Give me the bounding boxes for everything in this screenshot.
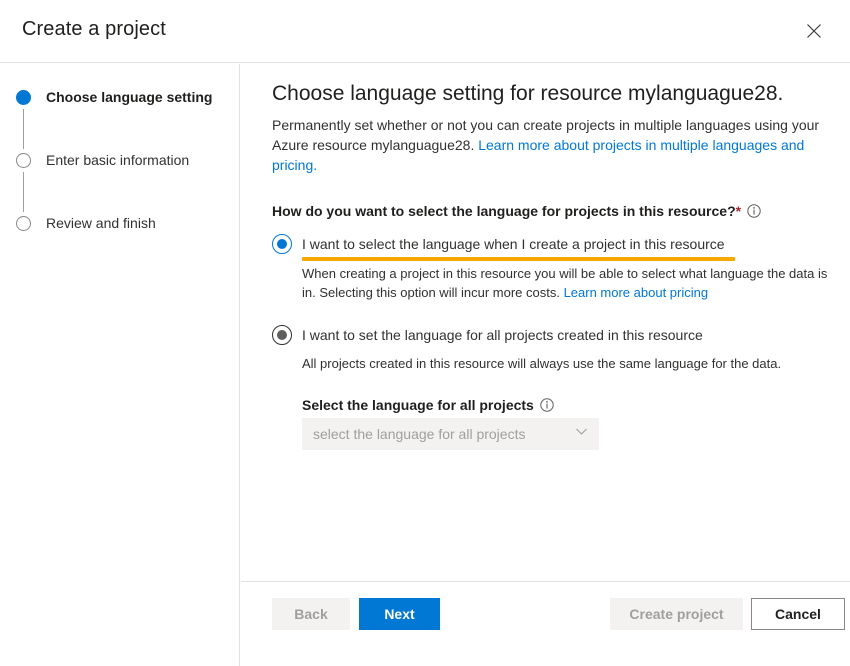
info-icon[interactable] — [540, 398, 554, 412]
chevron-down-icon — [575, 425, 588, 443]
close-icon — [806, 23, 822, 39]
step-label: Enter basic information — [46, 152, 190, 168]
step-item-review-and-finish[interactable]: Review and finish — [0, 212, 240, 234]
radio-row[interactable]: I want to select the language when I cre… — [272, 234, 832, 261]
radio-label-text: I want to select the language when I cre… — [302, 236, 725, 252]
radio-label-text: I want to set the language for all proje… — [302, 327, 703, 343]
step-connector — [23, 172, 24, 212]
radio-description: All projects created in this resource wi… — [302, 354, 832, 373]
dialog-title: Create a project — [22, 18, 166, 40]
language-field-label: Select the language for all projects — [302, 397, 534, 413]
step-dot-inactive-icon — [16, 152, 31, 168]
create-project-dialog: Create a project Choose language setting… — [0, 0, 850, 666]
next-button[interactable]: Next — [359, 598, 440, 630]
radio-description-text: All projects created in this resource wi… — [302, 356, 782, 371]
step-item-enter-basic-information[interactable]: Enter basic information — [0, 149, 240, 171]
page-title: Choose language setting for resource myl… — [272, 82, 784, 105]
language-dropdown[interactable]: select the language for all projects — [302, 418, 599, 450]
step-dot-inactive-icon — [16, 215, 31, 231]
required-asterisk: * — [735, 203, 742, 219]
radio-description: When creating a project in this resource… — [302, 264, 832, 302]
question-label: How do you want to select the language f… — [272, 203, 741, 219]
learn-more-pricing-link[interactable]: Learn more about pricing — [564, 285, 709, 300]
create-project-button[interactable]: Create project — [610, 598, 743, 630]
question-row: How do you want to select the language f… — [272, 203, 832, 219]
highlight-underline — [302, 257, 735, 261]
step-item-choose-language-setting[interactable]: Choose language setting — [0, 86, 240, 108]
radio-label: I want to set the language for all proje… — [302, 325, 703, 345]
page-description: Permanently set whether or not you can c… — [272, 115, 822, 175]
language-field-block: Select the language for all projects sel… — [302, 397, 832, 450]
step-rail: Choose language setting Enter basic info… — [0, 64, 240, 666]
step-connector — [23, 109, 24, 149]
step-label: Review and finish — [46, 215, 156, 231]
back-button[interactable]: Back — [272, 598, 350, 630]
radio-button-selected-icon[interactable] — [272, 234, 292, 254]
dialog-footer: Back Next Create project Cancel — [241, 581, 850, 666]
main-content: Choose language setting for resource myl… — [241, 64, 850, 580]
step-dot-active-icon — [16, 89, 31, 105]
radio-option-set-for-all-projects[interactable]: I want to set the language for all proje… — [272, 325, 832, 450]
step-label: Choose language setting — [46, 89, 213, 105]
radio-row[interactable]: I want to set the language for all proje… — [272, 325, 832, 345]
radio-label: I want to select the language when I cre… — [302, 234, 735, 261]
info-icon[interactable] — [747, 204, 761, 218]
radio-button-unselected-icon[interactable] — [272, 325, 292, 345]
dialog-header: Create a project — [0, 0, 850, 63]
question-text: How do you want to select the language f… — [272, 203, 736, 219]
close-button[interactable] — [794, 11, 834, 51]
language-dropdown-value: select the language for all projects — [313, 426, 526, 442]
language-field-label-row: Select the language for all projects — [302, 397, 832, 413]
language-selection-radio-group: I want to select the language when I cre… — [272, 234, 832, 450]
cancel-button[interactable]: Cancel — [751, 598, 845, 630]
radio-option-select-per-project[interactable]: I want to select the language when I cre… — [272, 234, 832, 302]
